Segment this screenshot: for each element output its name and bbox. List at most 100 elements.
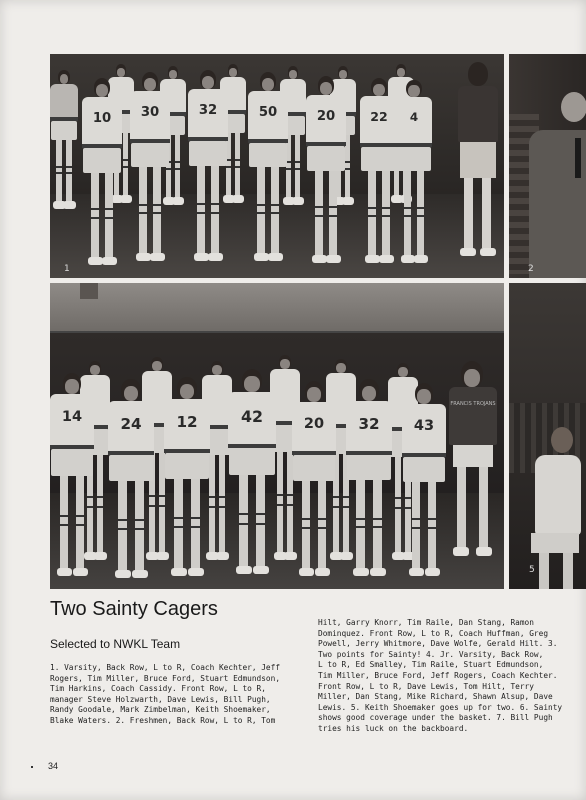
player-shorts — [307, 146, 345, 171]
sock-stripe — [174, 525, 184, 528]
player-jersey: 12 — [164, 399, 210, 454]
sock-stripe — [394, 506, 401, 509]
player-leg — [75, 475, 85, 569]
caption-line: tries his luck on the backboard. — [318, 723, 469, 733]
player-shoe — [115, 570, 132, 578]
player-figure: 20 — [306, 76, 346, 264]
player-shorts — [361, 146, 397, 171]
player-jersey: 50 — [248, 91, 288, 143]
player-jersey: 42 — [228, 392, 276, 448]
sock-stripe — [211, 203, 220, 206]
player-shoe — [135, 253, 151, 261]
photo-5-shoemaker: 5 — [509, 283, 586, 589]
sock-stripe — [235, 159, 241, 162]
sock-stripe — [175, 167, 181, 170]
player-shorts — [83, 148, 121, 173]
photo-number-1: 1 — [64, 264, 70, 274]
player-shoe — [131, 570, 148, 578]
sock-stripe — [416, 215, 425, 218]
player-leg — [90, 172, 99, 258]
player-leg — [314, 170, 323, 256]
sock-stripe — [301, 526, 311, 529]
sock-stripe — [356, 517, 366, 520]
player-leg — [174, 479, 184, 569]
player-shoe — [171, 568, 188, 576]
player-leg — [138, 167, 147, 254]
player-leg — [382, 170, 390, 256]
sock-stripe — [219, 506, 226, 509]
player-shoe — [292, 197, 305, 205]
player-face — [65, 379, 79, 395]
sock-stripe — [403, 206, 412, 209]
caption-line: Two points for Sainty! 4. Jr. Varsity, B… — [318, 649, 544, 659]
jersey-number: 20 — [303, 416, 325, 432]
sock-stripe — [56, 165, 62, 168]
player-shoe — [232, 195, 245, 203]
jersey-number: 14 — [61, 408, 83, 425]
photo-number-2: 2 — [528, 264, 534, 274]
sock-stripe — [368, 206, 376, 209]
player-shoe — [63, 201, 76, 209]
player-face — [168, 69, 178, 79]
player-face — [244, 376, 260, 393]
player-leg — [196, 166, 205, 254]
player-face — [396, 67, 406, 77]
caption-right-column: Hilt, Garry Knorr, Tim Raile, Dan Stang,… — [318, 618, 562, 735]
sock-stripe — [317, 526, 327, 529]
player-face — [336, 363, 346, 374]
sock-stripe — [190, 516, 200, 519]
player-leg — [105, 172, 114, 258]
sock-stripe — [97, 506, 104, 509]
sock-stripe — [75, 514, 85, 517]
sock-stripe — [411, 527, 421, 530]
player-jersey: 30 — [130, 91, 170, 143]
player-shoe — [365, 255, 380, 263]
player-shoe — [369, 568, 386, 576]
sock-stripe — [256, 203, 265, 206]
player-jersey: 24 — [108, 401, 154, 456]
caption-line: Blake Waters. 2. Freshmen, Back Row, L t… — [50, 715, 276, 725]
caption-line: 1. Varsity, Back Row, L to R, Coach Kech… — [50, 663, 281, 672]
player-leg — [97, 455, 104, 553]
photo-1-varsity-team: 10 30 32 50 20 22 4 1 — [50, 54, 504, 278]
player-figure: 42 — [228, 369, 276, 575]
player-figure: 10 — [82, 78, 122, 266]
player-shorts — [397, 147, 431, 171]
sock-stripe — [196, 211, 205, 214]
player-jersey: 10 — [82, 97, 122, 149]
player-shorts — [249, 142, 287, 168]
sock-stripe — [356, 526, 366, 529]
sock-stripe — [295, 161, 301, 164]
jersey-number: 30 — [140, 104, 160, 120]
sock-stripe — [123, 159, 129, 162]
sock-stripe — [276, 504, 283, 507]
sock-stripe — [56, 172, 62, 174]
sock-stripe — [416, 206, 425, 209]
player-shorts — [51, 449, 93, 476]
headline: Two Sainty Cagers — [50, 598, 218, 620]
sock-stripe — [238, 522, 249, 525]
player-figure: 30 — [130, 72, 170, 262]
player-figure — [50, 70, 78, 210]
player-leg — [276, 451, 283, 553]
player-face — [152, 361, 162, 372]
player-shorts — [165, 453, 209, 480]
jersey-number: 42 — [240, 406, 264, 426]
player-jersey: 20 — [306, 95, 346, 147]
caption-line: Dominquez. Front Row, L to R, Coach Huff… — [318, 628, 549, 638]
player-face — [417, 389, 431, 405]
jersey-number: 32 — [358, 415, 380, 434]
sock-stripe — [174, 516, 184, 519]
player-shoe — [413, 255, 429, 263]
player-shoe — [102, 257, 118, 265]
jersey-number: 22 — [370, 109, 388, 125]
sock-stripe — [153, 212, 162, 215]
coach-figure: FRANCIS TROJANS — [443, 361, 503, 576]
player-leg — [317, 480, 327, 569]
player-leg — [66, 139, 72, 202]
player-shorts — [293, 455, 335, 481]
player-face — [398, 367, 408, 378]
sock-stripe — [66, 172, 72, 174]
player-leg — [372, 480, 382, 569]
player-leg — [255, 474, 266, 567]
